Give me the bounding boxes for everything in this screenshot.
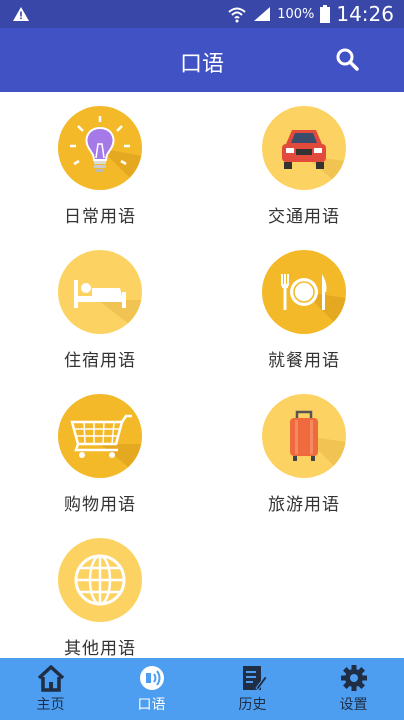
warning-icon [13, 7, 29, 21]
category-shopping[interactable]: 购物用语 [10, 394, 190, 515]
category-travel[interactable]: 旅游用语 [214, 394, 394, 515]
battery-percent: 100% [277, 6, 315, 22]
category-other[interactable]: 其他用语 [10, 538, 190, 659]
category-label: 旅游用语 [268, 495, 340, 515]
home-icon [37, 665, 64, 692]
clock: 14:26 [336, 2, 394, 26]
shopping-cart-icon [58, 394, 142, 478]
category-label: 就餐用语 [268, 351, 340, 371]
signal-icon [254, 7, 271, 21]
category-label: 交通用语 [268, 207, 340, 227]
category-label: 日常用语 [64, 207, 136, 227]
battery-icon [320, 5, 331, 23]
nav-history[interactable]: 历史 [202, 658, 303, 720]
nav-speech[interactable]: 口语 [101, 658, 202, 720]
category-label: 其他用语 [64, 639, 136, 659]
category-lodging[interactable]: 住宿用语 [10, 250, 190, 371]
nav-label: 主页 [36, 697, 65, 713]
category-grid: 日常用语 交通用语 住宿用语 就餐用语 购物用语 旅游用语 其他用语 [0, 92, 404, 659]
status-bar: 100% 14:26 [0, 0, 404, 28]
dining-icon [262, 250, 346, 334]
car-icon [262, 106, 346, 190]
globe-icon [58, 538, 142, 622]
bed-icon [58, 250, 142, 334]
history-icon [242, 666, 268, 691]
nav-home[interactable]: 主页 [0, 658, 101, 720]
gear-icon [340, 665, 367, 691]
suitcase-icon [262, 394, 346, 478]
app-bar: 口语 [0, 28, 404, 92]
lightbulb-icon [58, 106, 142, 190]
category-label: 购物用语 [64, 495, 136, 515]
nav-label: 设置 [339, 697, 368, 713]
nav-label: 口语 [137, 697, 166, 713]
category-label: 住宿用语 [64, 351, 136, 371]
category-daily[interactable]: 日常用语 [10, 106, 190, 227]
speech-icon [139, 666, 164, 690]
wifi-icon [228, 7, 246, 23]
category-transport[interactable]: 交通用语 [214, 106, 394, 227]
nav-settings[interactable]: 设置 [303, 658, 404, 720]
nav-label: 历史 [238, 697, 267, 713]
category-dining[interactable]: 就餐用语 [214, 250, 394, 371]
search-icon[interactable] [334, 46, 362, 74]
bottom-nav: 主页 口语 历史 设置 [0, 658, 404, 720]
